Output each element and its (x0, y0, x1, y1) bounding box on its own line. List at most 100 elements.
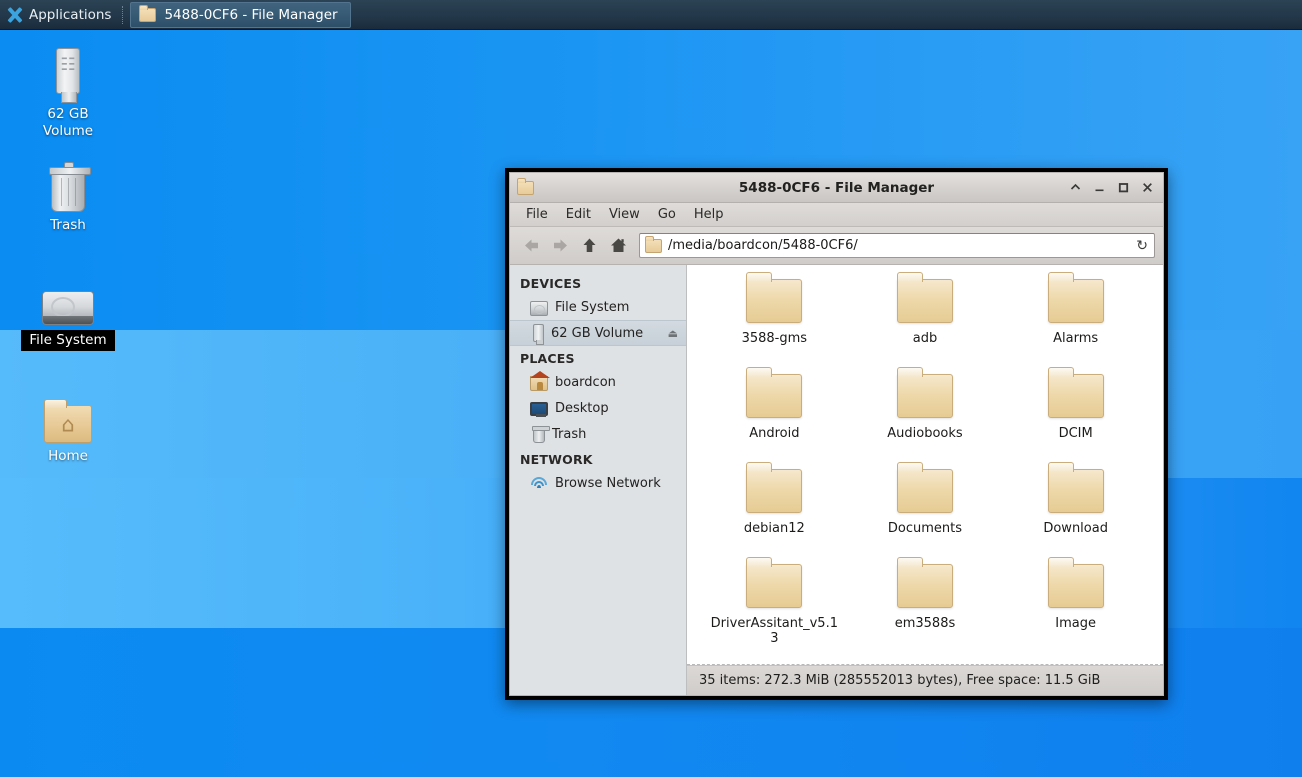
menu-help[interactable]: Help (686, 205, 732, 224)
hard-disk-icon (42, 277, 94, 325)
path-entry[interactable]: /media/boardcon/5488-0CF6/ ↻ (639, 233, 1155, 258)
sidebar-item-boardcon[interactable]: boardcon (510, 369, 686, 395)
file-item-label: Android (749, 426, 800, 441)
path-input[interactable]: /media/boardcon/5488-0CF6/ (668, 238, 1130, 253)
sidebar-item-browse-network[interactable]: Browse Network (510, 470, 686, 496)
taskbar-item-label: 5488-0CF6 - File Manager (164, 6, 338, 23)
desktop-icon-label-line1: 62 GB (47, 106, 89, 122)
folder-icon (746, 367, 803, 418)
folder-icon (1047, 367, 1104, 418)
file-item[interactable]: DCIM (1000, 367, 1151, 465)
desktop[interactable]: Applications 5488-0CF6 - File Manager ☷ … (0, 0, 1302, 777)
folder-icon (139, 4, 157, 22)
window-title: 5488-0CF6 - File Manager (738, 179, 935, 196)
sidebar-item-label: Desktop (555, 400, 609, 416)
desktop-icon-label: Home (48, 448, 88, 464)
file-item[interactable]: Image (1000, 557, 1151, 655)
menu-file[interactable]: File (518, 205, 556, 224)
home-folder-icon: ⌂ (44, 395, 92, 443)
file-item-label: Alarms (1053, 331, 1099, 346)
desktop-icon (530, 402, 548, 417)
folder-icon (1047, 557, 1104, 608)
arrow-right-icon[interactable] (547, 233, 573, 259)
desktop-icon-home[interactable]: ⌂ Home (13, 395, 123, 465)
sidebar-item-label: 62 GB Volume (551, 325, 644, 341)
file-manager-window[interactable]: 5488-0CF6 - File Manager File Edit View … (505, 168, 1168, 700)
applications-menu-button[interactable]: Applications (0, 0, 118, 30)
sidebar-item-label: boardcon (555, 374, 616, 390)
status-bar: 35 items: 272.3 MiB (285552013 bytes), F… (687, 665, 1163, 695)
folder-icon (896, 272, 953, 323)
file-item[interactable]: Download (1000, 462, 1151, 560)
file-item-label: debian12 (743, 521, 805, 536)
usb-drive-icon: ☷ (56, 46, 80, 103)
usb-drive-icon (533, 324, 544, 345)
home-icon[interactable] (605, 233, 631, 259)
arrow-left-icon[interactable] (518, 233, 544, 259)
applications-menu-label: Applications (29, 6, 112, 23)
window-titlebar[interactable]: 5488-0CF6 - File Manager (510, 173, 1163, 203)
sidebar[interactable]: DEVICES File System 62 GB Volume ⏏ PLACE… (510, 265, 687, 695)
top-panel: Applications 5488-0CF6 - File Manager (0, 0, 1302, 30)
file-item-label: DriverAssitant_v5.13 (710, 616, 838, 646)
folder-icon (896, 367, 953, 418)
file-item[interactable]: Documents (850, 462, 1001, 560)
minimize-icon[interactable] (1092, 180, 1106, 196)
trash-icon (532, 425, 550, 443)
file-item-label: Image (1055, 616, 1097, 631)
file-item[interactable]: DriverAssitant_v5.13 (699, 557, 850, 655)
file-item-label: 3588-gms (741, 331, 808, 346)
folder-icon (896, 557, 953, 608)
file-item-label: Download (1043, 521, 1108, 536)
main-pane: 3588-gms adb Alarms Android Audiobooks D… (687, 265, 1163, 695)
file-item-label: Documents (887, 521, 963, 536)
sidebar-section-devices: DEVICES (520, 276, 582, 291)
desktop-icon-62gb-volume[interactable]: ☷ 62 GB Volume (13, 46, 123, 140)
file-item[interactable]: Android (699, 367, 850, 465)
sidebar-section-places: PLACES (520, 351, 575, 366)
desktop-icon-label-line2: Volume (42, 123, 94, 139)
menu-go[interactable]: Go (650, 205, 684, 224)
folder-icon (746, 462, 803, 513)
desktop-icon-label: File System (21, 330, 115, 351)
window-body: DEVICES File System 62 GB Volume ⏏ PLACE… (510, 265, 1163, 695)
sidebar-item-label: Trash (552, 426, 587, 442)
home-folder-icon (530, 370, 550, 391)
arrow-up-icon[interactable] (576, 233, 602, 259)
file-item-label: em3588s (894, 616, 956, 631)
menu-edit[interactable]: Edit (558, 205, 599, 224)
hard-disk-icon (530, 300, 548, 316)
sidebar-section-network: NETWORK (520, 452, 593, 467)
xfce-x-icon (7, 7, 23, 23)
sidebar-item-label: File System (555, 299, 630, 315)
shade-icon[interactable] (1068, 180, 1082, 196)
file-item-label: Audiobooks (887, 426, 963, 441)
folder-icon (746, 557, 803, 608)
desktop-icon-file-system[interactable]: File System (13, 277, 123, 351)
file-item[interactable]: Alarms (1000, 272, 1151, 370)
taskbar-item-file-manager[interactable]: 5488-0CF6 - File Manager (130, 1, 351, 28)
sidebar-item-label: Browse Network (555, 475, 661, 491)
sidebar-item-trash[interactable]: Trash (510, 421, 686, 447)
trash-icon (49, 162, 91, 212)
desktop-icon-trash[interactable]: Trash (13, 162, 123, 234)
reload-icon[interactable]: ↻ (1136, 238, 1148, 254)
panel-handle-icon (122, 5, 124, 24)
file-item[interactable]: 3588-gms (699, 272, 850, 370)
file-item[interactable]: adb (850, 272, 1001, 370)
file-item[interactable]: debian12 (699, 462, 850, 560)
maximize-icon[interactable] (1116, 180, 1130, 196)
folder-icon (746, 272, 803, 323)
file-item[interactable]: em3588s (850, 557, 1001, 655)
folder-icon (645, 235, 662, 253)
menu-view[interactable]: View (601, 205, 648, 224)
sidebar-item-62gb-volume[interactable]: 62 GB Volume ⏏ (510, 320, 686, 346)
eject-icon[interactable]: ⏏ (668, 327, 678, 340)
close-icon[interactable] (1140, 180, 1154, 196)
sidebar-item-file-system[interactable]: File System (510, 294, 686, 320)
file-item[interactable]: Audiobooks (850, 367, 1001, 465)
sidebar-item-desktop[interactable]: Desktop (510, 395, 686, 421)
folder-icon (896, 462, 953, 513)
menubar: File Edit View Go Help (510, 203, 1163, 227)
file-grid[interactable]: 3588-gms adb Alarms Android Audiobooks D… (687, 265, 1163, 665)
